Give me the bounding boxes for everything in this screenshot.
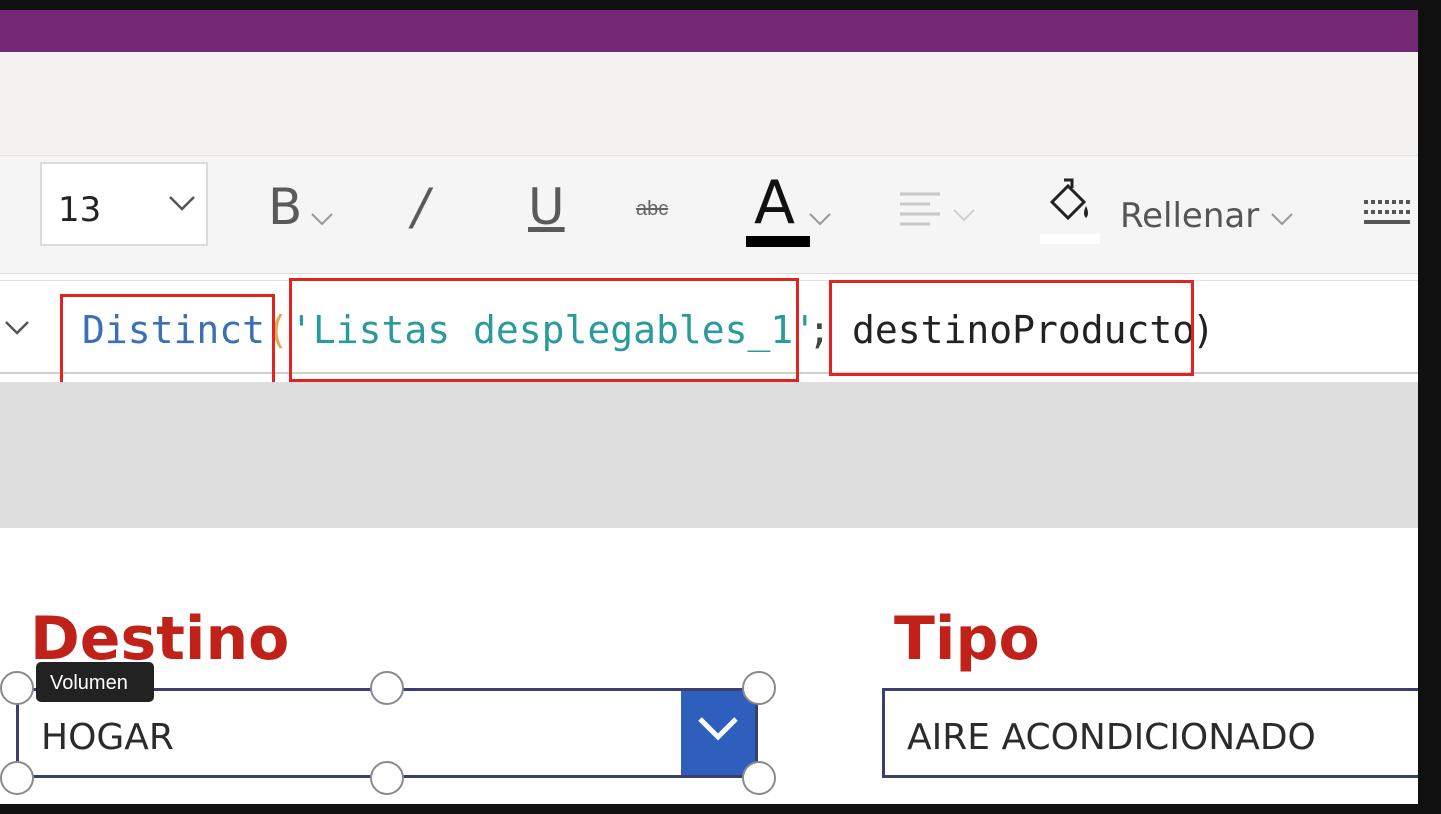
resize-handle-top-right[interactable] bbox=[742, 671, 776, 705]
resize-handle-bottom-center[interactable] bbox=[370, 761, 404, 795]
highlight-box-function bbox=[60, 294, 275, 394]
ribbon-tabs-area bbox=[0, 52, 1418, 156]
highlight-box-column bbox=[829, 280, 1194, 376]
fill-chevron-icon[interactable] bbox=[1270, 212, 1294, 226]
font-color-button[interactable]: A bbox=[754, 168, 795, 238]
chevron-down-icon bbox=[169, 196, 195, 211]
fill-color-swatch bbox=[1040, 234, 1100, 244]
chevron-down-icon bbox=[698, 717, 738, 741]
highlight-box-datasource bbox=[289, 278, 799, 382]
bold-button[interactable]: B bbox=[268, 178, 302, 236]
tipo-dropdown-value: AIRE ACONDICIONADO bbox=[907, 717, 1316, 758]
formula-expand-chevron-icon[interactable] bbox=[4, 320, 30, 336]
strikethrough-button[interactable]: abc bbox=[636, 198, 668, 221]
frame-bottom bbox=[0, 804, 1441, 814]
fill-label[interactable]: Rellenar bbox=[1120, 196, 1259, 236]
resize-handle-top-center[interactable] bbox=[370, 671, 404, 705]
italic-button[interactable]: / bbox=[412, 178, 429, 236]
keyboard-icon[interactable] bbox=[1364, 198, 1410, 230]
font-size-select[interactable]: 13 bbox=[40, 162, 208, 246]
resize-handle-bottom-right[interactable] bbox=[742, 761, 776, 795]
header-bar bbox=[0, 10, 1418, 52]
tipo-label: Tipo bbox=[894, 604, 1040, 674]
frame-right bbox=[1418, 0, 1441, 814]
tooltip: Volumen bbox=[36, 662, 154, 702]
resize-handle-bottom-left[interactable] bbox=[0, 761, 34, 795]
resize-handle-top-left[interactable] bbox=[0, 671, 34, 705]
font-color-chevron-icon[interactable] bbox=[808, 212, 832, 226]
screen: 13 B / U abc A Rellenar Distinct ('List… bbox=[0, 0, 1441, 814]
canvas-gray-band bbox=[0, 382, 1418, 528]
bold-chevron-icon[interactable] bbox=[310, 212, 334, 226]
align-icon[interactable] bbox=[898, 190, 978, 234]
formula-close-paren[interactable]: ) bbox=[1192, 308, 1215, 352]
font-size-value: 13 bbox=[58, 190, 102, 230]
underline-button[interactable]: U bbox=[528, 178, 565, 236]
destino-dropdown-button[interactable] bbox=[681, 691, 755, 775]
formula-separator[interactable]: ; bbox=[808, 308, 831, 352]
fill-bucket-icon[interactable] bbox=[1042, 176, 1092, 228]
tipo-dropdown[interactable]: AIRE ACONDICIONADO bbox=[882, 688, 1441, 778]
destino-dropdown-value: HOGAR bbox=[41, 717, 174, 758]
font-color-swatch bbox=[746, 236, 810, 247]
